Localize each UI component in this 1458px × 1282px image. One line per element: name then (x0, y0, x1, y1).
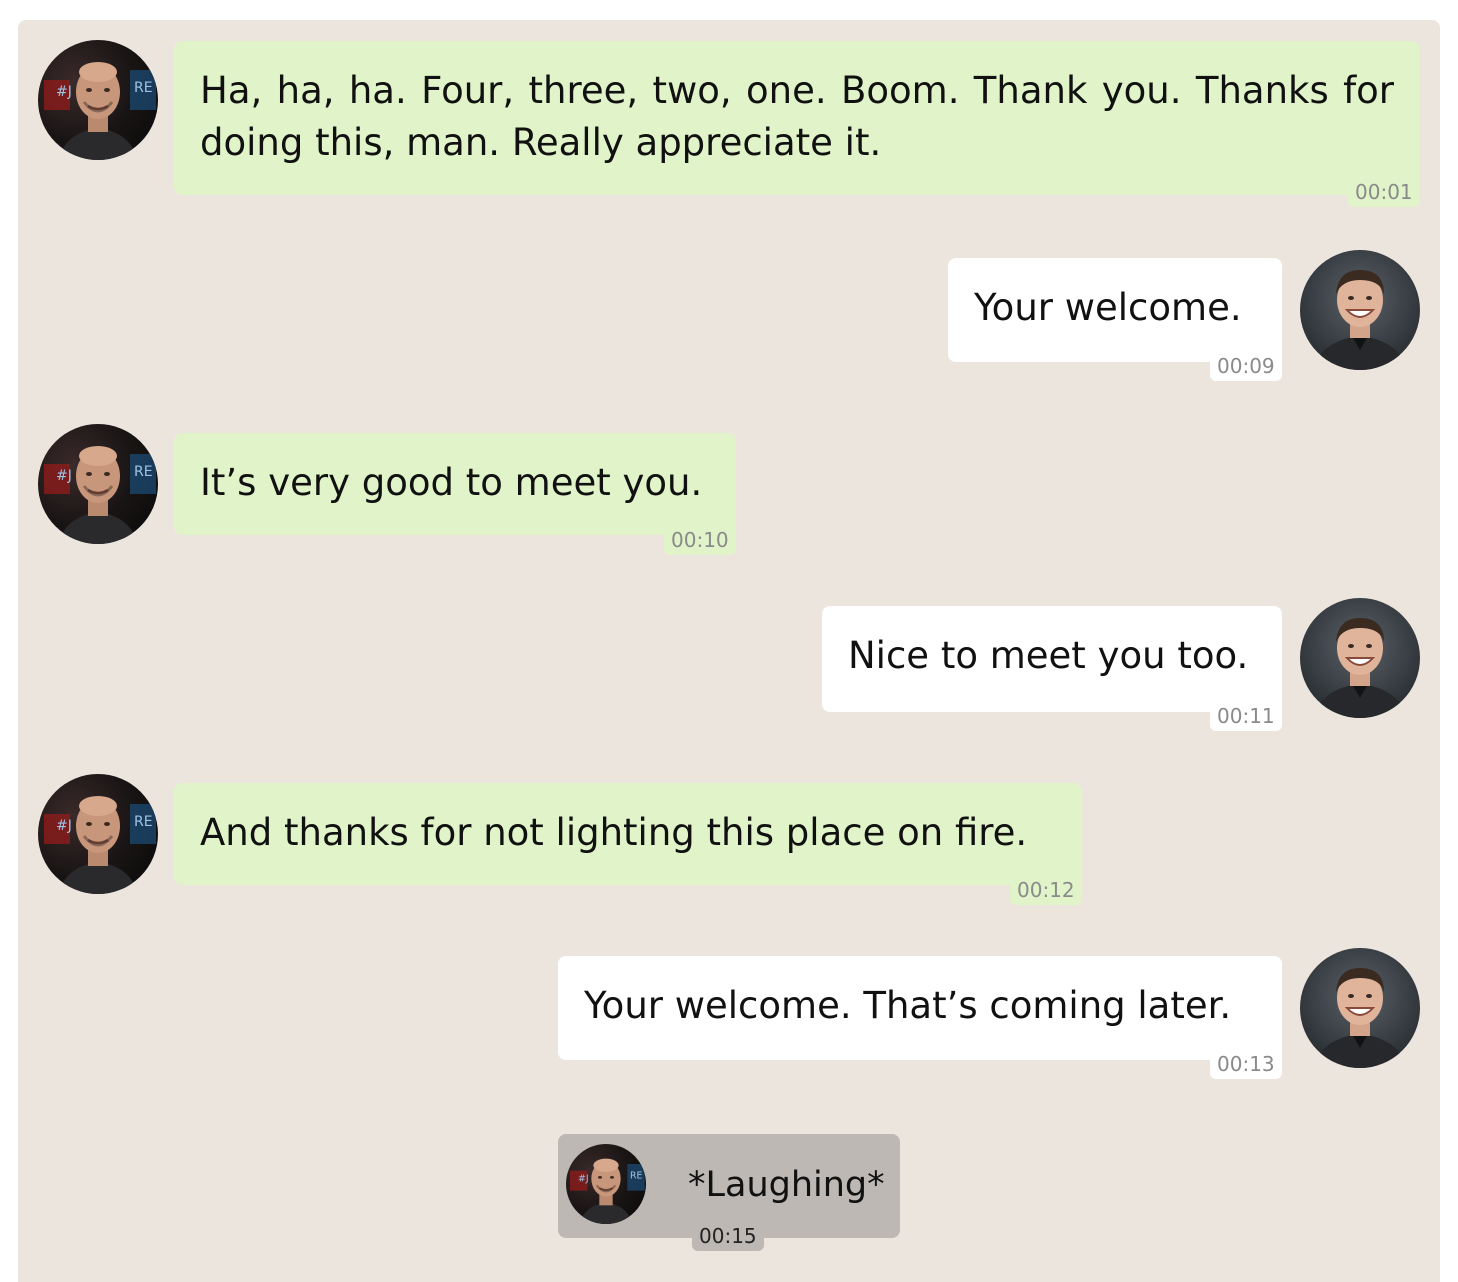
message-bubble-host[interactable]: Ha, ha, ha. Four, three, two, one. Boom.… (174, 41, 1420, 195)
message-bubble-guest[interactable]: Nice to meet you too. (822, 606, 1282, 712)
message-text: Nice to meet you too. (848, 634, 1249, 677)
message-text: Your welcome. That’s coming later. (584, 984, 1232, 1027)
guest-avatar[interactable] (1300, 250, 1420, 370)
guest-avatar[interactable] (1300, 598, 1420, 718)
message-bubble-guest[interactable]: Your welcome. That’s coming later. (558, 956, 1282, 1060)
host-avatar[interactable] (38, 774, 158, 894)
host-avatar-photo-icon (38, 424, 158, 544)
host-avatar[interactable] (38, 40, 158, 160)
action-message-text: *Laughing* (688, 1165, 885, 1205)
message-timestamp: 00:12 (1010, 875, 1082, 905)
message-timestamp: 00:11 (1210, 701, 1282, 731)
message-timestamp: 00:01 (1348, 177, 1420, 207)
message-bubble-host[interactable]: It’s very good to meet you. (174, 433, 736, 535)
message-text: Ha, ha, ha. Four, three, two, one. Boom.… (200, 69, 1394, 164)
host-avatar[interactable] (38, 424, 158, 544)
host-avatar-photo-icon (38, 774, 158, 894)
guest-avatar-photo-icon (1300, 598, 1420, 718)
message-timestamp: 00:10 (664, 525, 736, 555)
message-text: It’s very good to meet you. (200, 461, 703, 504)
message-text: Your welcome. (974, 286, 1242, 329)
message-text: And thanks for not lighting this place o… (200, 811, 1028, 854)
chat-transcript: Ha, ha, ha. Four, three, two, one. Boom.… (18, 20, 1440, 1282)
message-timestamp: 00:13 (1210, 1049, 1282, 1079)
message-bubble-guest[interactable]: Your welcome. (948, 258, 1282, 362)
guest-avatar[interactable] (1300, 948, 1420, 1068)
guest-avatar-photo-icon (1300, 250, 1420, 370)
host-avatar-photo-icon (38, 40, 158, 160)
message-bubble-host[interactable]: And thanks for not lighting this place o… (174, 783, 1082, 885)
guest-avatar-photo-icon (1300, 948, 1420, 1068)
message-timestamp: 00:09 (1210, 351, 1282, 381)
message-timestamp: 00:15 (692, 1221, 764, 1251)
host-avatar-small[interactable] (566, 1144, 646, 1224)
host-avatar-photo-icon (566, 1144, 646, 1224)
